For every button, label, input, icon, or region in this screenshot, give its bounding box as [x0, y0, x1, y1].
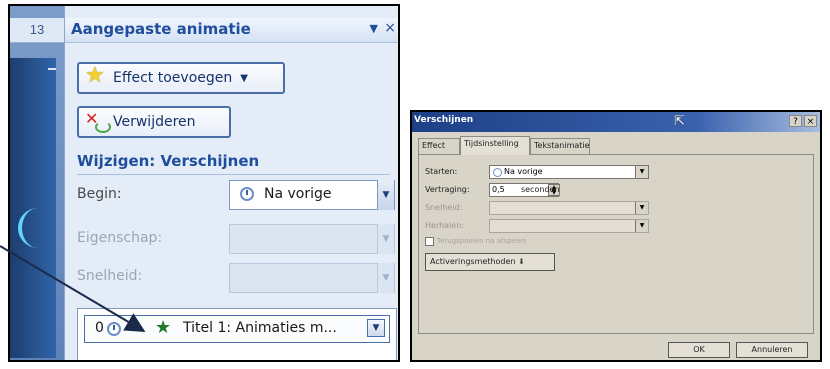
clock-icon: [107, 322, 121, 336]
speed-select[interactable]: ▼: [489, 201, 649, 215]
remove-effect-icon: [85, 109, 111, 133]
animation-list[interactable]: 0 ★ Titel 1: Animaties m... ▼: [77, 308, 397, 360]
mouse-cursor-icon: ⇱: [674, 114, 685, 129]
help-icon[interactable]: ?: [789, 115, 802, 127]
dialog-tab-panel: Starten: Na vorige ▼ Vertraging: 0,5 ▲ ▼ …: [418, 154, 814, 334]
tab-text-animation[interactable]: Tekstanimatie: [530, 138, 590, 154]
begin-label: Begin:: [77, 186, 122, 202]
slide-graphic: [18, 208, 40, 248]
chevron-down-icon[interactable]: ▼: [377, 263, 394, 293]
begin-value: Na vorige: [264, 186, 332, 202]
close-icon[interactable]: ×: [804, 115, 817, 127]
pane-menu-dropdown-icon[interactable]: ▼: [370, 22, 378, 35]
add-effect-button[interactable]: Effect toevoegen ▼: [77, 62, 285, 94]
speed-select[interactable]: ▼: [229, 263, 395, 293]
tab-effect[interactable]: Effect: [418, 138, 460, 154]
chevron-down-icon: ▼: [240, 72, 248, 84]
dialog-titlebar[interactable]: Verschijnen ⇱ ? ×: [412, 112, 820, 132]
ok-button[interactable]: OK: [668, 342, 730, 358]
slide-thumbnail[interactable]: [10, 58, 56, 358]
remove-label: Verwijderen: [113, 114, 196, 130]
divider: [77, 174, 390, 175]
clock-icon: [493, 168, 502, 177]
chevron-down-icon[interactable]: ▼: [635, 220, 648, 232]
chevron-down-icon[interactable]: ▼: [377, 224, 394, 254]
start-select[interactable]: Na vorige ▼: [489, 165, 649, 179]
list-item[interactable]: 0 ★ Titel 1: Animaties m... ▼: [84, 315, 390, 343]
repeat-select[interactable]: ▼: [489, 219, 649, 233]
property-label: Eigenschap:: [77, 230, 163, 246]
effect-options-dialog: Verschijnen ⇱ ? × Effect Tijdsinstelling…: [410, 110, 822, 362]
property-select[interactable]: ▼: [229, 224, 395, 254]
delay-label: Vertraging:: [425, 185, 470, 194]
add-effect-label: Effect toevoegen: [113, 70, 233, 86]
remove-button[interactable]: Verwijderen: [77, 106, 231, 138]
pane-title: Aangepaste animatie: [71, 20, 251, 38]
repeat-label: Herhalen:: [425, 221, 464, 230]
cancel-button[interactable]: Annuleren: [736, 342, 808, 358]
rewind-label: Terugspoelen na afspelen: [437, 237, 527, 245]
chevron-down-icon[interactable]: ▼: [367, 319, 385, 337]
slide-number[interactable]: 13: [10, 18, 64, 43]
start-value: Na vorige: [504, 167, 543, 176]
slide-thumbnail-strip: 13: [10, 6, 64, 360]
delay-value: 0,5: [492, 185, 505, 194]
green-star-icon: ★: [155, 317, 172, 338]
chevron-down-icon[interactable]: ▼: [635, 166, 648, 178]
start-label: Starten:: [425, 167, 458, 176]
animation-item-label: Titel 1: Animaties m...: [183, 320, 337, 336]
animation-order: 0: [95, 320, 104, 336]
tab-timing[interactable]: Tijdsinstelling: [460, 136, 530, 155]
speed-label: Snelheid:: [77, 268, 143, 284]
chevron-down-icon[interactable]: ▼: [377, 180, 394, 210]
task-pane: Aangepaste animatie ▼ × Effect toevoegen…: [64, 6, 398, 360]
collapse-icon[interactable]: [48, 68, 56, 70]
star-icon: [81, 63, 107, 89]
triggers-button[interactable]: Activeringsmethoden ⇟: [425, 253, 555, 271]
custom-animation-panel: 13 Aangepaste animatie ▼ × Effect toevoe…: [8, 4, 400, 362]
dialog-title: Verschijnen: [414, 115, 474, 125]
clock-icon: [240, 187, 254, 201]
pane-close-icon[interactable]: ×: [384, 20, 396, 36]
speed-label: Snelheid:: [425, 203, 463, 212]
delay-unit: seconden: [521, 185, 560, 194]
chevron-down-icon[interactable]: ▼: [635, 202, 648, 214]
begin-select[interactable]: Na vorige ▼: [229, 180, 395, 210]
task-pane-header: Aangepaste animatie ▼ ×: [65, 18, 398, 43]
modify-heading: Wijzigen: Verschijnen: [77, 152, 260, 170]
rewind-checkbox[interactable]: [425, 237, 434, 246]
